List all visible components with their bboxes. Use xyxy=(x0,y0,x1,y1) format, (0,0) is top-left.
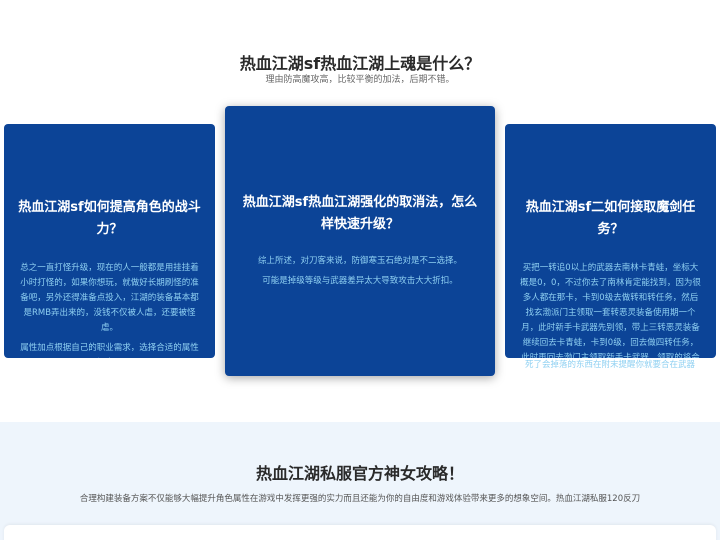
card-text: 总之一直打怪升级，现在的人一般都是用挂挂着小时打怪的，如果你想玩，就做好长期刷怪… xyxy=(20,263,199,333)
card-text-tail: 死了会掉落的东西在附末提醒你就要合在武器 xyxy=(524,360,695,370)
guide-section: 热血江湖私服官方神女攻略！ 合理构建装备方案不仅能够大幅提升角色属性在游戏中发挥… xyxy=(0,422,720,540)
card-title: 热血江湖sf二如何接取魔剑任务？ xyxy=(525,200,696,237)
feature-card-center[interactable]: 热血江湖sf热血江湖强化的取消法，怎么样快速升级？ 综上所述，对刀客来说，防御寒… xyxy=(225,106,495,376)
card-text: 可能是掉级等级与武器差异太大导致攻击大大折扣。 xyxy=(262,276,458,286)
feature-card-left[interactable]: 热血江湖sf如何提高角色的战斗力？ 总之一直打怪升级，现在的人一般都是用挂挂着小… xyxy=(4,124,215,358)
card-text: 属性加点根据自己的职业需求，选择合适的属性加点。 xyxy=(20,343,199,353)
card-title: 热血江湖sf热血江湖强化的取消法，怎么样快速升级？ xyxy=(242,195,478,232)
card-text: 综上所述，对刀客来说，防御寒玉石绝对是不二选择。 xyxy=(257,256,462,266)
page: 热血江湖sf热血江湖上魂是什么？ 理由防高魔攻高，比较平衡的加法，后期不错。 热… xyxy=(0,0,720,540)
section-title: 热血江湖私服官方神女攻略！ xyxy=(255,464,464,483)
content-card xyxy=(4,525,716,540)
hero-subtitle: 理由防高魔攻高，比较平衡的加法，后期不错。 xyxy=(265,75,455,85)
card-title: 热血江湖sf如何提高角色的战斗力？ xyxy=(18,200,201,237)
card-text: 买把一转追0以上的武器去南林卡青蛙，坐标大概是0，0，不过你去了南林肯定能找到，… xyxy=(520,263,701,358)
card-overflow-text: 死了会掉落的东西在附末提醒你就要合在武器 xyxy=(510,358,710,420)
feature-card-right[interactable]: 热血江湖sf二如何接取魔剑任务？ 买把一转追0以上的武器去南林卡青蛙，坐标大概是… xyxy=(505,124,716,358)
section-text: 合理构建装备方案不仅能够大幅提升角色属性在游戏中发挥更强的实力而且还能为你的自由… xyxy=(79,494,641,504)
hero-title: 热血江湖sf热血江湖上魂是什么？ xyxy=(239,54,481,73)
